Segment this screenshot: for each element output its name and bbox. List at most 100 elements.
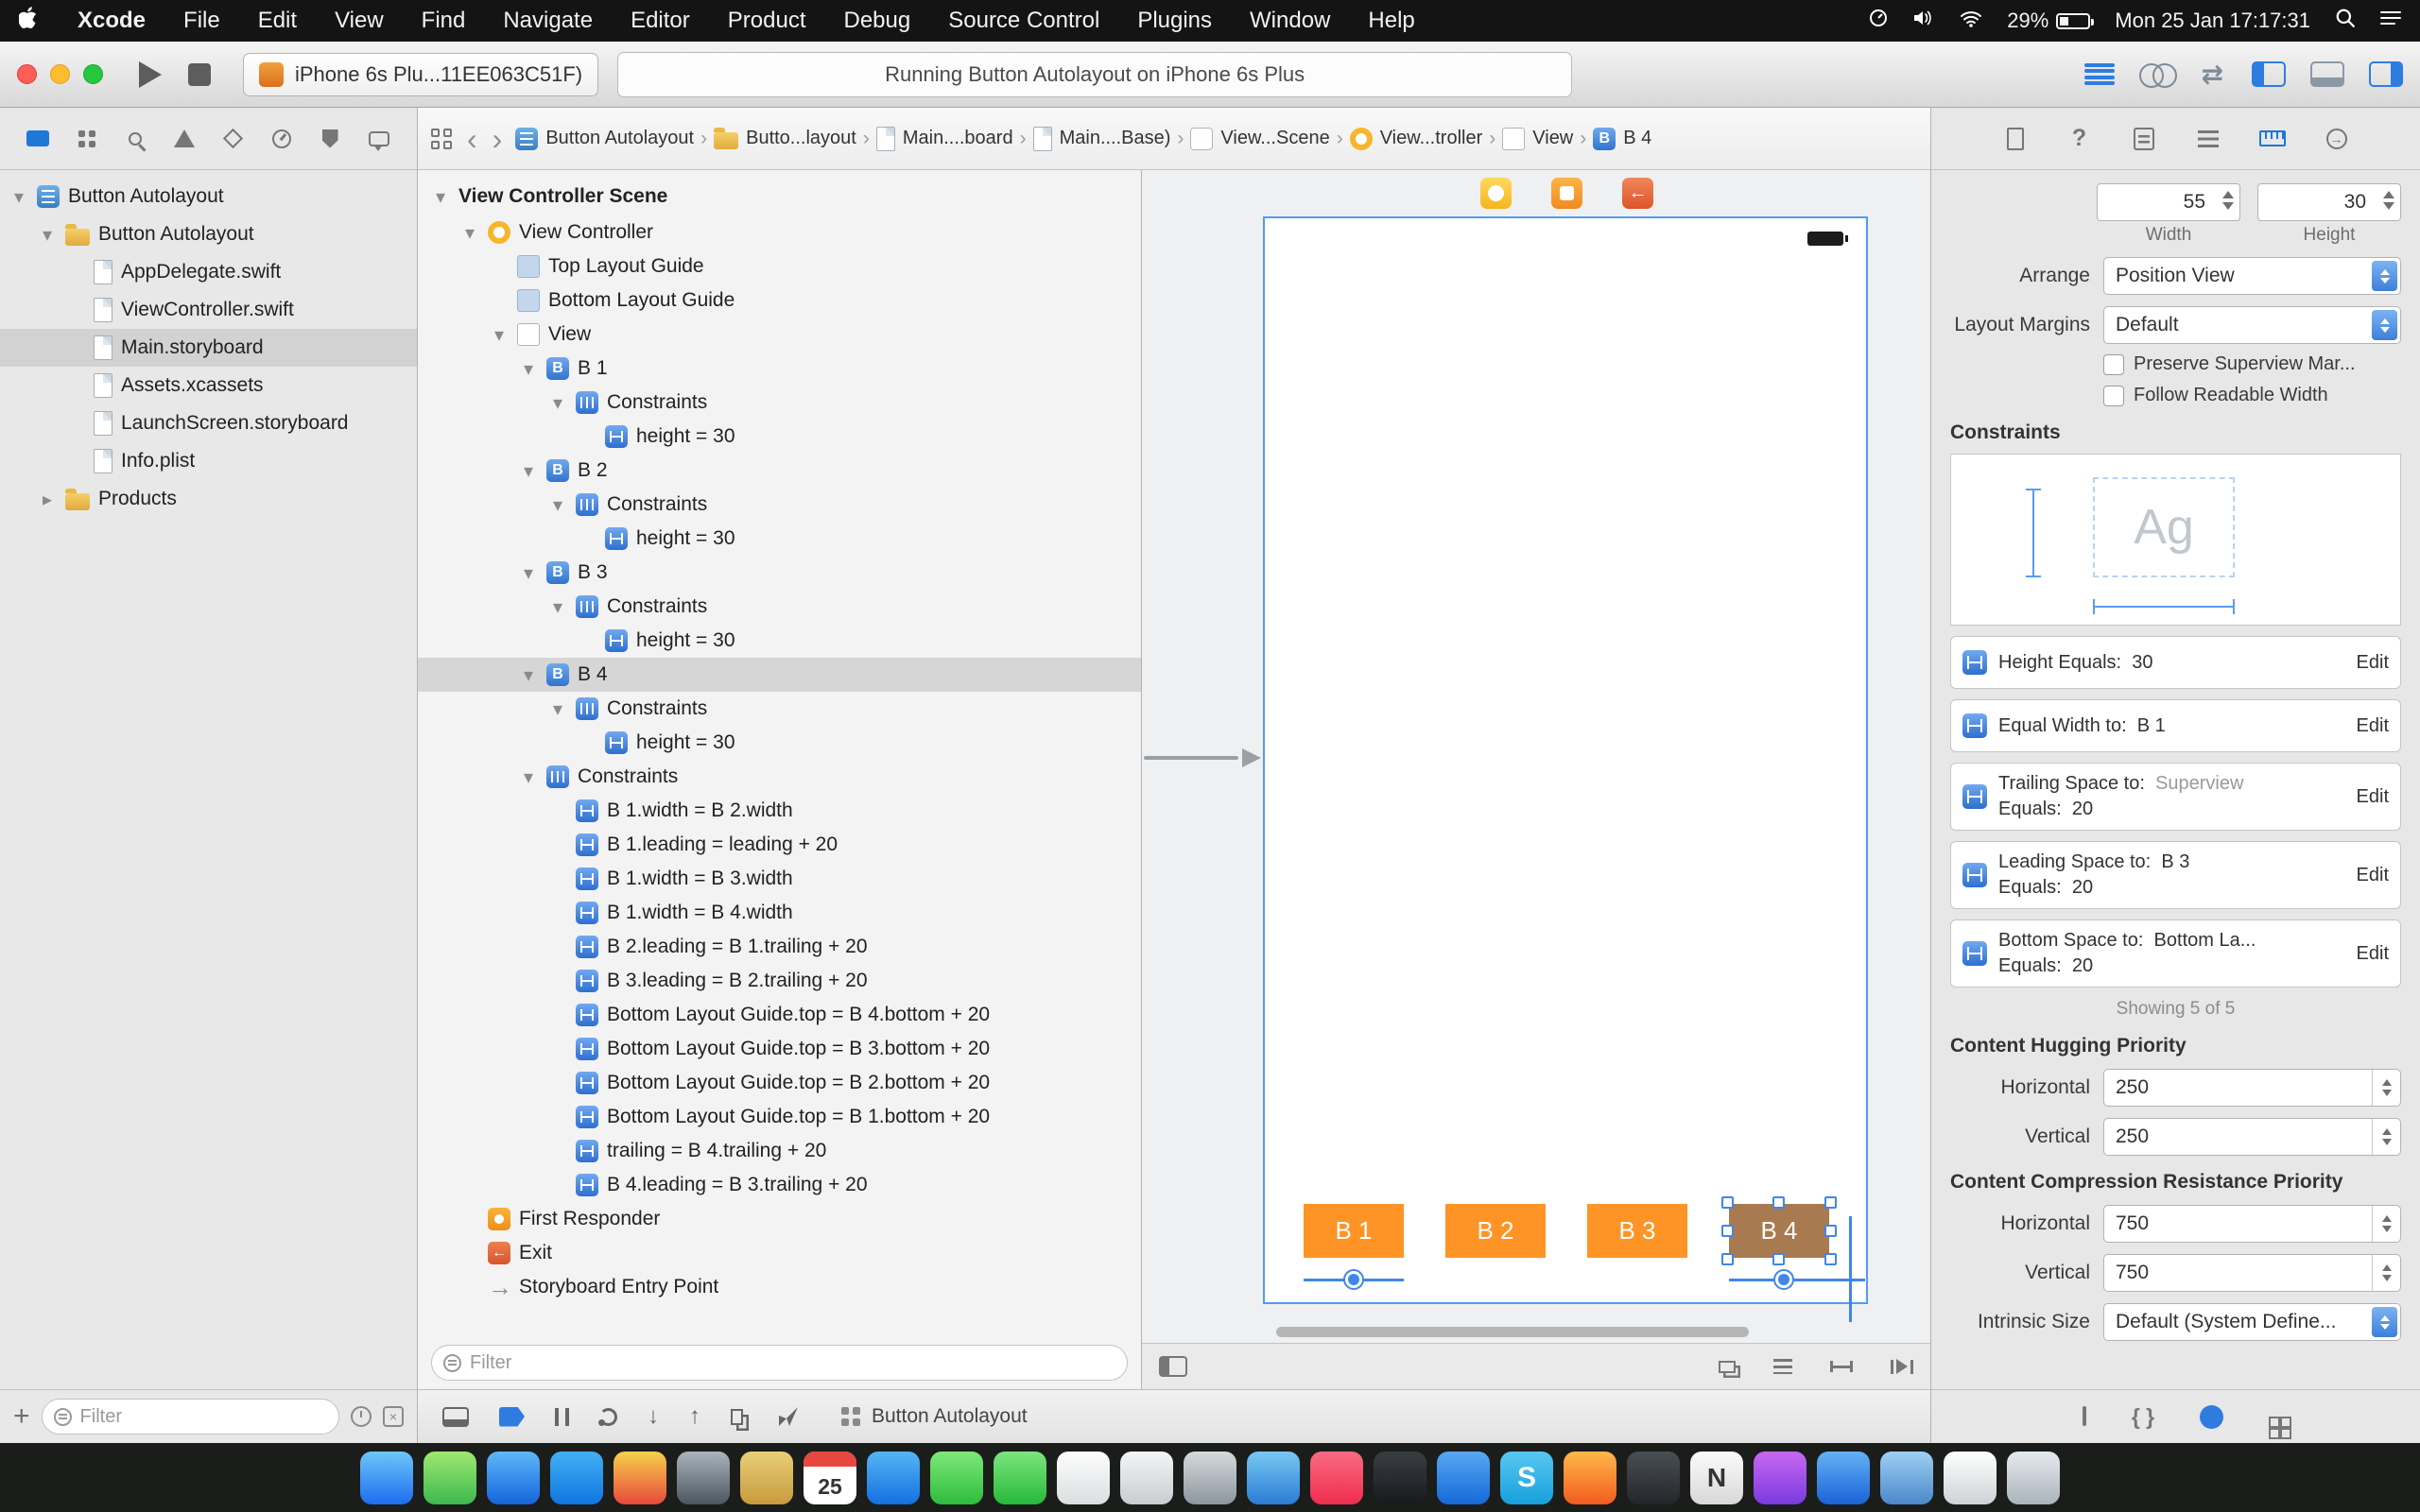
toggle-debug-area-button[interactable] [2310,61,2344,87]
disclosure-icon[interactable] [519,663,538,687]
stepper-icon[interactable] [2372,1206,2400,1242]
canvas-horizontal-scrollbar[interactable] [1276,1327,1749,1337]
trailing-constraint-indicator[interactable] [1729,1279,1865,1281]
hugging-vertical-field[interactable]: 250 [2103,1118,2401,1156]
step-into-button[interactable]: ↓ [648,1403,659,1430]
outline-row[interactable]: B 2 [418,454,1141,488]
issue-navigator-tab[interactable] [170,125,199,153]
stop-button[interactable] [188,63,211,86]
menu-help[interactable]: Help [1368,8,1414,34]
breakpoint-navigator-tab[interactable] [316,125,344,153]
search-navigator-tab[interactable] [121,125,149,153]
width-stepper[interactable] [2222,191,2234,210]
jump-bar-segment[interactable]: View [1502,128,1573,150]
outline-scene-header[interactable]: View Controller Scene [418,178,1141,215]
stepper-icon[interactable] [2372,1070,2400,1106]
constraint-card[interactable]: Bottom Space to: Bottom La...Equals: 20 … [1950,919,2401,988]
jump-bar-segment[interactable]: Main....Base) [1033,127,1171,151]
outline-row[interactable]: Exit [418,1236,1141,1270]
outline-row[interactable]: height = 30 [418,420,1141,454]
canvas-button-b1[interactable]: B 1 [1304,1204,1404,1258]
disclosure-icon[interactable] [38,223,57,247]
symbol-navigator-tab[interactable] [73,125,101,153]
width-field[interactable]: 55 [2097,183,2240,221]
resize-handle[interactable] [1772,1253,1785,1265]
disclosure-icon[interactable] [519,357,538,381]
hide-debug-area-button[interactable] [442,1407,469,1427]
jump-bar-segment[interactable]: Butto...layout [714,128,856,149]
resize-handle[interactable] [1721,1196,1734,1209]
quick-help-inspector-tab[interactable] [2066,125,2094,153]
canvas-button-b4-selected[interactable]: B 4 [1729,1204,1829,1258]
dock-launchpad-icon[interactable] [677,1452,730,1504]
dock-calendar-icon[interactable]: 25 [804,1452,856,1504]
stepper-icon[interactable] [2372,1119,2400,1155]
outline-row[interactable]: Bottom Layout Guide [418,284,1141,318]
scm-status-filter-icon[interactable] [383,1406,404,1427]
constraint-card[interactable]: Height Equals: 30 Edit [1950,636,2401,689]
menu-editor[interactable]: Editor [631,8,690,34]
canvas-button-b3[interactable]: B 3 [1587,1204,1687,1258]
outline-row[interactable]: B 3.leading = B 2.trailing + 20 [418,964,1141,998]
outline-row[interactable]: Storyboard Entry Point [418,1270,1141,1304]
related-items-icon[interactable] [431,129,452,149]
exit-dock-icon[interactable] [1622,178,1653,209]
outline-row[interactable]: Constraints [418,692,1141,726]
constraint-card[interactable]: Equal Width to: B 1 Edit [1950,699,2401,752]
connections-inspector-tab[interactable] [2323,125,2351,153]
preserve-superview-checkbox-row[interactable]: Preserve Superview Mar... [2103,353,2401,375]
dock-simulator-icon[interactable] [1247,1452,1300,1504]
outline-row[interactable]: B 2.leading = B 1.trailing + 20 [418,930,1141,964]
dock-finder-icon[interactable] [360,1452,413,1504]
disclosure-icon[interactable] [431,185,450,209]
outline-row[interactable]: View [418,318,1141,352]
disclosure-icon[interactable] [38,488,57,511]
canvas-button-b2[interactable]: B 2 [1445,1204,1546,1258]
outline-row[interactable]: B 1.width = B 4.width [418,896,1141,930]
menu-xcode[interactable]: Xcode [78,8,146,34]
dock-transmit-icon[interactable] [1880,1452,1933,1504]
checkbox[interactable] [2103,354,2124,375]
storyboard-entry-point-arrow[interactable] [1144,748,1261,767]
edit-constraint-button[interactable]: Edit [2357,786,2389,808]
utility-menu-icon[interactable] [1869,9,1888,33]
disclosure-icon[interactable] [548,391,567,415]
navigator-row-file[interactable]: ViewController.swift [0,291,417,329]
edit-constraint-button[interactable]: Edit [2357,652,2389,674]
outline-row[interactable]: height = 30 [418,522,1141,556]
navigator-row-file[interactable]: AppDelegate.swift [0,253,417,291]
height-stepper[interactable] [2383,191,2394,210]
compression-horizontal-field[interactable]: 750 [2103,1205,2401,1243]
dock-iterm-icon[interactable] [1627,1452,1680,1504]
dock-facetime-icon[interactable] [994,1452,1046,1504]
back-button[interactable]: ‹ [467,124,477,154]
view-controller-dock-icon[interactable] [1480,178,1512,209]
navigator-row-file-selected[interactable]: Main.storyboard [0,329,417,367]
toggle-inspector-button[interactable] [2369,61,2403,87]
outline-row[interactable]: B 3 [418,556,1141,590]
outline-row[interactable]: Bottom Layout Guide.top = B 1.bottom + 2… [418,1100,1141,1134]
first-responder-dock-icon[interactable] [1551,178,1582,209]
menu-file[interactable]: File [183,8,220,34]
checkbox[interactable] [2103,386,2124,406]
resize-handle[interactable] [1824,1225,1837,1237]
step-over-button[interactable] [599,1408,617,1426]
outline-row[interactable]: Constraints [418,488,1141,522]
dock-messages-icon[interactable] [930,1452,983,1504]
outline-row[interactable]: Bottom Layout Guide.top = B 2.bottom + 2… [418,1066,1141,1100]
outline-row[interactable]: First Responder [418,1202,1141,1236]
resize-handle[interactable] [1721,1225,1734,1237]
standard-editor-button[interactable] [2084,63,2115,86]
constraint-card[interactable]: Trailing Space to: SuperviewEquals: 20 E… [1950,763,2401,831]
menu-debug[interactable]: Debug [844,8,911,34]
dock-firefox-icon[interactable] [1564,1452,1616,1504]
menu-window[interactable]: Window [1250,8,1330,34]
attributes-inspector-tab[interactable] [2194,125,2222,153]
toggle-document-outline-button[interactable] [1159,1356,1187,1377]
outline-row[interactable]: B 1 [418,352,1141,386]
align-button[interactable] [1773,1359,1792,1374]
dock-terminal-icon[interactable] [1374,1452,1426,1504]
identity-inspector-tab[interactable] [2130,125,2158,153]
notification-center-icon[interactable] [2380,9,2401,33]
layout-margins-popup[interactable]: Default [2103,306,2401,344]
